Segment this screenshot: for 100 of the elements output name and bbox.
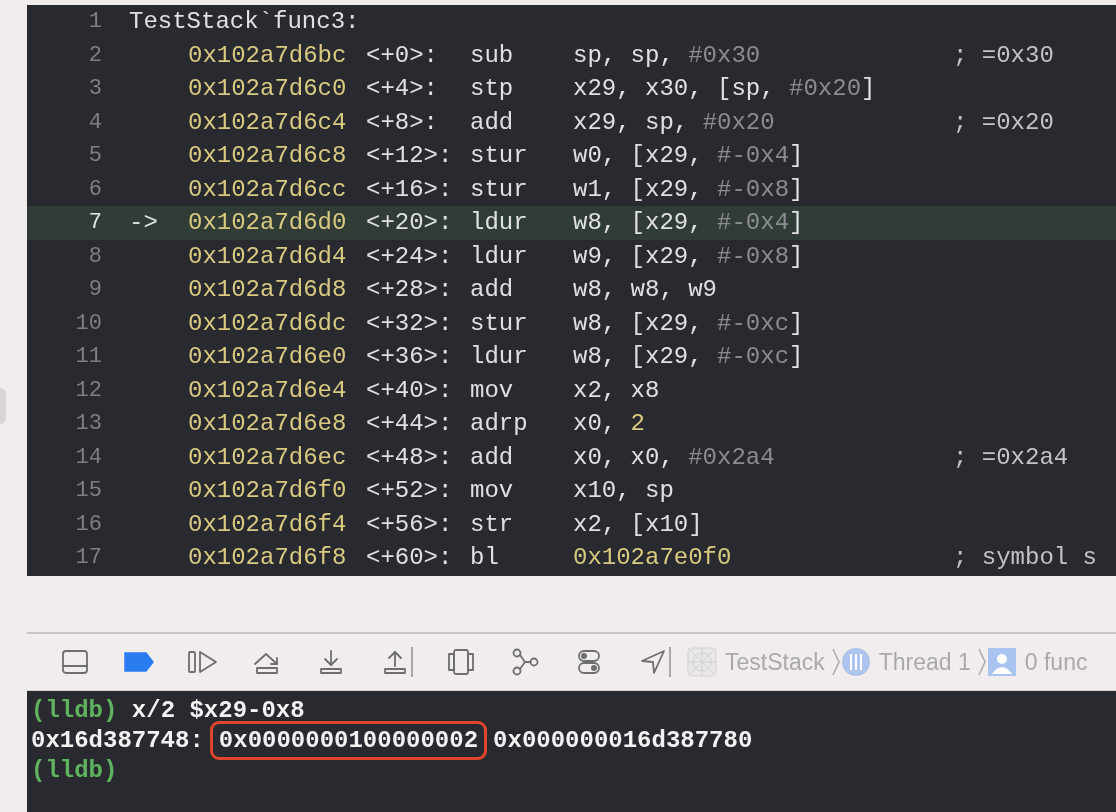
line-number: 7 <box>87 210 102 236</box>
instruction-address: 0x102a7d6cc <box>188 175 348 203</box>
app-grid-icon <box>687 647 717 677</box>
thread-icon <box>840 647 871 677</box>
instruction-operands: x10, sp <box>573 477 675 505</box>
instruction-offset: <+28>: <box>366 276 454 304</box>
instruction-address: 0x102a7d6f4 <box>188 510 348 538</box>
breadcrumb-item[interactable]: Thread 1 <box>878 648 971 676</box>
step-out-icon[interactable] <box>382 648 408 676</box>
lldb-prompt: (lldb) <box>31 696 118 724</box>
instruction-offset: <+12>: <box>366 142 454 170</box>
line-number: 15 <box>74 478 102 504</box>
chevron-icon <box>830 647 841 677</box>
line-number: 12 <box>74 377 102 403</box>
instruction-offset: <+56>: <box>366 510 454 538</box>
instruction-operands: w8, [x29, #-0xc] <box>573 343 805 371</box>
instruction-mnemonic: adrp <box>470 410 529 438</box>
instruction-mnemonic: add <box>470 443 515 471</box>
instruction-address: 0x102a7d6c8 <box>188 142 348 170</box>
pc-arrow: -> <box>128 209 159 237</box>
instruction-mnemonic: ldur <box>470 343 529 371</box>
instruction-offset: <+8>: <box>366 108 439 136</box>
instruction-mnemonic: stur <box>470 142 529 170</box>
lldb-prompt: (lldb) <box>31 756 118 784</box>
step-into-icon[interactable] <box>318 648 344 676</box>
instruction-offset: <+36>: <box>366 343 454 371</box>
instruction-operands: x0, 2 <box>573 410 646 438</box>
line-number: 3 <box>87 76 102 102</box>
instruction-offset: <+52>: <box>366 477 454 505</box>
instruction-offset: <+32>: <box>366 309 454 337</box>
line-number: 10 <box>74 310 102 336</box>
panel-toggle-icon[interactable] <box>61 648 89 676</box>
instruction-address: 0x102a7d6e0 <box>188 343 348 371</box>
instruction-offset: <+40>: <box>366 376 454 404</box>
line-number: 14 <box>74 444 102 470</box>
instruction-address: 0x102a7d6c0 <box>188 75 348 103</box>
instruction-address: 0x102a7d6bc <box>188 41 348 69</box>
instruction-mnemonic: add <box>470 276 515 304</box>
instruction-offset: <+44>: <box>366 410 454 438</box>
instruction-operands: x2, x8 <box>573 376 661 404</box>
line-number: 2 <box>87 42 102 68</box>
instruction-comment: ; =0x30 <box>953 41 1054 69</box>
memory-value: 0x000000016d387780 <box>493 726 753 754</box>
line-number: 4 <box>87 109 102 135</box>
instruction-mnemonic: stp <box>470 75 515 103</box>
function-label: TestStack`func3: <box>128 8 361 36</box>
instruction-mnemonic: stur <box>470 309 529 337</box>
instruction-mnemonic: mov <box>470 376 515 404</box>
instruction-mnemonic: stur <box>470 175 529 203</box>
instruction-operands: w8, w8, w9 <box>573 276 719 304</box>
chevron-icon <box>976 647 987 677</box>
instruction-mnemonic: str <box>470 510 515 538</box>
instruction-mnemonic: bl <box>470 544 500 572</box>
memory-address: 0x16d387748: <box>31 726 204 754</box>
graph-nodes-icon[interactable] <box>510 648 540 676</box>
instruction-operands: w1, [x29, #-0x8] <box>573 175 805 203</box>
instruction-address: 0x102a7d6c4 <box>188 108 348 136</box>
instruction-offset: <+16>: <box>366 175 454 203</box>
breadcrumb-item[interactable]: 0 func <box>1024 648 1088 676</box>
view-hierarchy-icon[interactable] <box>447 648 475 676</box>
toggles-icon[interactable] <box>577 648 601 676</box>
person-frame-icon <box>986 647 1017 677</box>
breakpoint-icon[interactable] <box>124 652 154 672</box>
instruction-mnemonic: sub <box>470 41 515 69</box>
location-arrow-icon[interactable] <box>639 648 667 676</box>
instruction-offset: <+0>: <box>366 41 439 69</box>
instruction-offset: <+20>: <box>366 209 454 237</box>
instruction-operands: w8, [x29, #-0x4] <box>573 209 805 237</box>
instruction-operands: sp, sp, #0x30 <box>573 41 762 69</box>
line-number: 5 <box>87 143 102 169</box>
instruction-address: 0x102a7d6f8 <box>188 544 348 572</box>
instruction-operands: x29, x30, [sp, #0x20] <box>573 75 877 103</box>
line-number: 6 <box>87 176 102 202</box>
instruction-mnemonic: add <box>470 108 515 136</box>
instruction-address: 0x102a7d6e8 <box>188 410 348 438</box>
highlighted-memory-value: 0x0000000100000002 <box>209 720 488 760</box>
line-number: 1 <box>87 9 102 35</box>
breadcrumb-item[interactable]: TestStack <box>725 648 825 676</box>
line-number: 11 <box>74 344 102 370</box>
instruction-mnemonic: mov <box>470 477 515 505</box>
instruction-operands: x0, x0, #0x2a4 <box>573 443 776 471</box>
line-number: 17 <box>74 545 102 571</box>
instruction-operands: w0, [x29, #-0x4] <box>573 142 805 170</box>
line-number: 8 <box>87 243 102 269</box>
instruction-address: 0x102a7d6d0 <box>188 209 348 237</box>
instruction-comment: ; =0x2a4 <box>953 443 1069 471</box>
instruction-mnemonic: ldur <box>470 242 529 270</box>
instruction-offset: <+4>: <box>366 75 439 103</box>
instruction-address: 0x102a7d6d8 <box>188 276 348 304</box>
instruction-mnemonic: ldur <box>470 209 529 237</box>
instruction-operands: x29, sp, #0x20 <box>573 108 776 136</box>
instruction-comment: ; =0x20 <box>953 108 1054 136</box>
line-number: 13 <box>74 411 102 437</box>
instruction-offset: <+60>: <box>366 544 454 572</box>
instruction-offset: <+24>: <box>366 242 454 270</box>
line-number: 16 <box>74 511 102 537</box>
continue-icon[interactable] <box>187 648 219 676</box>
line-number: 9 <box>87 277 102 303</box>
instruction-comment: ; symbol s <box>953 544 1098 572</box>
instruction-operands: 0x102a7e0f0 <box>573 544 733 572</box>
